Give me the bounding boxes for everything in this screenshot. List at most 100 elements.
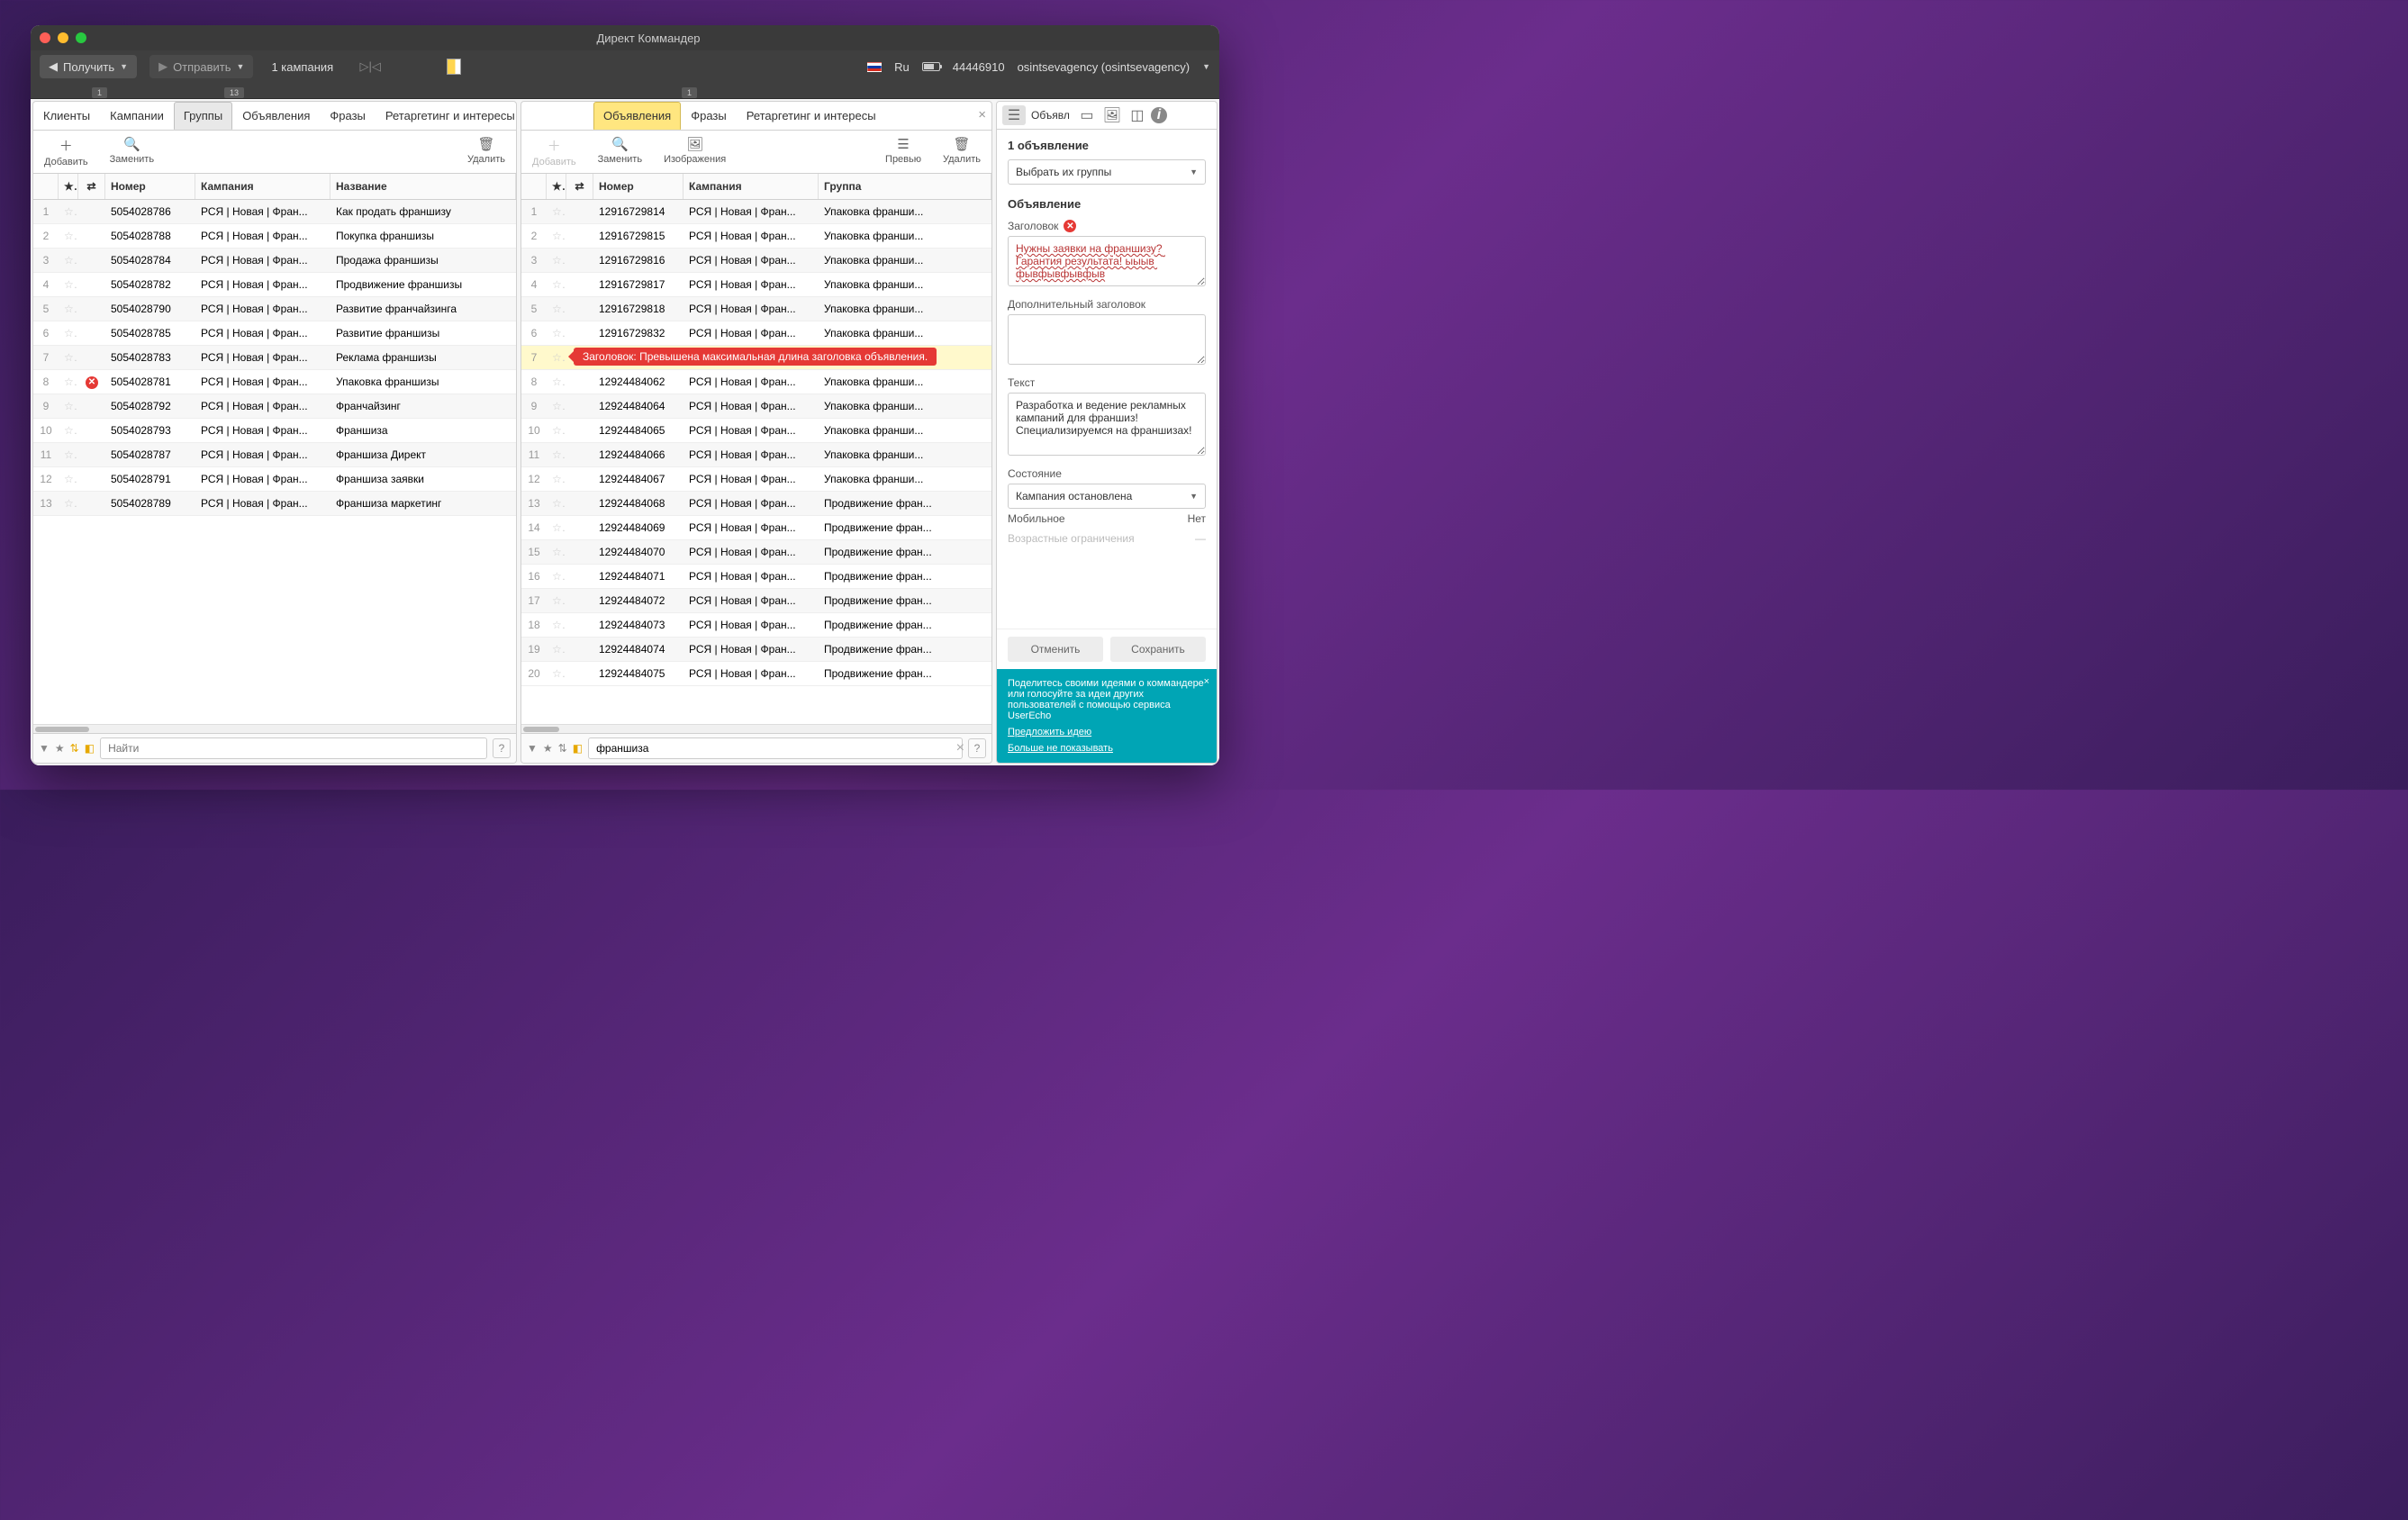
add-button[interactable]: ＋Добавить (33, 134, 99, 169)
table-row[interactable]: 11☆12924484066РСЯ | Новая | Фран...Упако… (521, 443, 991, 467)
bookmark-icon[interactable]: ◧ (573, 742, 583, 755)
replace-button[interactable]: 🔍Заменить (99, 134, 165, 169)
headline2-input[interactable] (1008, 314, 1206, 365)
table-row[interactable]: 2☆12916729815РСЯ | Новая | Фран...Упаков… (521, 224, 991, 249)
card-view-icon[interactable]: ▭ (1075, 105, 1099, 125)
filter-icon[interactable]: ▼ (39, 742, 50, 755)
select-groups-dropdown[interactable]: Выбрать их группы▼ (1008, 159, 1206, 185)
tab-retargeting-mid[interactable]: Ретаргетинг и интересы (737, 102, 886, 130)
sync-filter-icon[interactable]: ⇅ (558, 742, 567, 755)
promo-link-dismiss[interactable]: Больше не показывать (1008, 743, 1206, 754)
table-row[interactable]: 7☆5054028783РСЯ | Новая | Фран...Реклама… (33, 346, 516, 370)
left-search-input[interactable] (100, 737, 487, 759)
star-column-icon[interactable]: ★ (59, 174, 78, 199)
table-row[interactable]: 15☆12924484070РСЯ | Новая | Фран...Продв… (521, 540, 991, 565)
col-number[interactable]: Номер (105, 174, 195, 199)
mid-hscroll[interactable] (521, 724, 991, 733)
promo-close-icon[interactable]: × (1204, 676, 1209, 687)
headline-input[interactable] (1008, 236, 1206, 286)
bookmark-icon[interactable]: ◧ (85, 742, 95, 755)
table-row[interactable]: 2☆5054028788РСЯ | Новая | Фран...Покупка… (33, 224, 516, 249)
maximize-window-button[interactable] (76, 32, 86, 43)
tab-retargeting[interactable]: Ретаргетинг и интересы (376, 102, 516, 130)
save-button[interactable]: Сохранить (1110, 637, 1206, 662)
left-help-button[interactable]: ? (493, 738, 511, 758)
star-filter-icon[interactable]: ★ (543, 742, 553, 755)
user-menu-chevron-icon[interactable]: ▼ (1202, 62, 1210, 71)
cancel-button[interactable]: Отменить (1008, 637, 1103, 662)
table-row[interactable]: 13☆12924484068РСЯ | Новая | Фран...Продв… (521, 492, 991, 516)
images-button[interactable]: 🖼Изображения (653, 134, 737, 169)
list-view-icon[interactable]: ☰ (1002, 105, 1026, 125)
table-row[interactable]: 19☆12924484074РСЯ | Новая | Фран...Продв… (521, 638, 991, 662)
table-row[interactable]: 5☆5054028790РСЯ | Новая | Фран...Развити… (33, 297, 516, 321)
preview-button[interactable]: ☰Превью (874, 134, 932, 169)
replace-button-mid[interactable]: 🔍Заменить (587, 134, 653, 169)
send-button[interactable]: ▶Отправить▼ (149, 55, 253, 78)
table-row[interactable]: 9☆5054028792РСЯ | Новая | Фран...Франчай… (33, 394, 516, 419)
table-row[interactable]: 12☆5054028791РСЯ | Новая | Фран...Франши… (33, 467, 516, 492)
col-campaign[interactable]: Кампания (195, 174, 330, 199)
table-row[interactable]: 8☆12924484062РСЯ | Новая | Фран...Упаков… (521, 370, 991, 394)
info-icon[interactable]: i (1151, 107, 1167, 123)
tab-phrases-mid[interactable]: Фразы (681, 102, 737, 130)
delete-button-mid[interactable]: 🗑Удалить (932, 134, 991, 169)
table-row[interactable]: 20☆12924484075РСЯ | Новая | Фран...Продв… (521, 662, 991, 686)
promo-link-suggest[interactable]: Предложить идею (1008, 727, 1206, 737)
close-panel-icon[interactable]: × (978, 107, 986, 122)
close-window-button[interactable] (40, 32, 50, 43)
minimize-window-button[interactable] (58, 32, 68, 43)
left-hscroll[interactable] (33, 724, 516, 733)
table-row[interactable]: 11☆5054028787РСЯ | Новая | Фран...Франши… (33, 443, 516, 467)
table-row[interactable]: 12☆12924484067РСЯ | Новая | Фран...Упако… (521, 467, 991, 492)
table-row[interactable]: 1☆12916729814РСЯ | Новая | Фран...Упаков… (521, 200, 991, 224)
split-columns-icon[interactable]: ▷|◁ (351, 59, 389, 74)
tab-clients[interactable]: Клиенты (33, 102, 100, 130)
table-row[interactable]: 8☆5054028781РСЯ | Новая | Фран...Упаковк… (33, 370, 516, 394)
table-row[interactable]: 7☆Заголовок: Превышена максимальная длин… (521, 346, 991, 370)
star-column-icon[interactable]: ★ (547, 174, 566, 199)
table-row[interactable]: 4☆5054028782РСЯ | Новая | Фран...Продвиж… (33, 273, 516, 297)
col-name[interactable]: Название (330, 174, 516, 199)
col-number-mid[interactable]: Номер (593, 174, 683, 199)
tab-campaigns[interactable]: Кампании (100, 102, 174, 130)
table-row[interactable]: 3☆5054028784РСЯ | Новая | Фран...Продажа… (33, 249, 516, 273)
table-row[interactable]: 6☆5054028785РСЯ | Новая | Фран...Развити… (33, 321, 516, 346)
image-view-icon[interactable]: 🖼 (1100, 105, 1124, 125)
table-row[interactable]: 17☆12924484072РСЯ | Новая | Фран...Продв… (521, 589, 991, 613)
table-row[interactable]: 10☆5054028793РСЯ | Новая | Фран...Франши… (33, 419, 516, 443)
state-dropdown[interactable]: Кампания остановлена▼ (1008, 484, 1206, 509)
table-row[interactable]: 9☆12924484064РСЯ | Новая | Фран...Упаков… (521, 394, 991, 419)
table-row[interactable]: 13☆5054028789РСЯ | Новая | Фран...Франши… (33, 492, 516, 516)
language-label[interactable]: Ru (894, 60, 910, 74)
tab-ads-mid[interactable]: Объявления (593, 102, 681, 130)
tab-phrases[interactable]: Фразы (320, 102, 376, 130)
table-row[interactable]: 4☆12916729817РСЯ | Новая | Фран...Упаков… (521, 273, 991, 297)
filter-icon[interactable]: ▼ (527, 742, 538, 755)
text-input[interactable] (1008, 393, 1206, 456)
table-row[interactable]: 6☆12916729832РСЯ | Новая | Фран...Упаков… (521, 321, 991, 346)
sync-column-icon[interactable]: ⇅ (566, 174, 593, 199)
table-row[interactable]: 5☆12916729818РСЯ | Новая | Фран...Упаков… (521, 297, 991, 321)
clear-search-icon[interactable]: × (956, 740, 964, 756)
mid-search-input[interactable] (588, 737, 963, 759)
delete-button[interactable]: 🗑Удалить (457, 134, 516, 169)
sync-column-icon[interactable]: ⇅ (78, 174, 105, 199)
table-row[interactable]: 14☆12924484069РСЯ | Новая | Фран...Продв… (521, 516, 991, 540)
table-row[interactable]: 3☆12916729816РСЯ | Новая | Фран...Упаков… (521, 249, 991, 273)
col-campaign-mid[interactable]: Кампания (683, 174, 819, 199)
table-row[interactable]: 1☆5054028786РСЯ | Новая | Фран...Как про… (33, 200, 516, 224)
table-row[interactable]: 10☆12924484065РСЯ | Новая | Фран...Упако… (521, 419, 991, 443)
table-row[interactable]: 16☆12924484071РСЯ | Новая | Фран...Продв… (521, 565, 991, 589)
notes-icon[interactable] (447, 59, 461, 75)
mid-help-button[interactable]: ? (968, 738, 986, 758)
col-group-mid[interactable]: Группа (819, 174, 991, 199)
get-button[interactable]: ◀Получить▼ (40, 55, 137, 78)
tab-groups[interactable]: Группы (174, 102, 232, 130)
tab-ads[interactable]: Объявления (232, 102, 320, 130)
star-filter-icon[interactable]: ★ (55, 742, 65, 755)
table-row[interactable]: 18☆12924484073РСЯ | Новая | Фран...Продв… (521, 613, 991, 638)
column-view-icon[interactable]: ◫ (1126, 105, 1149, 125)
user-label[interactable]: osintsevagency (osintsevagency) (1018, 60, 1190, 74)
sync-filter-icon[interactable]: ⇅ (70, 742, 79, 755)
